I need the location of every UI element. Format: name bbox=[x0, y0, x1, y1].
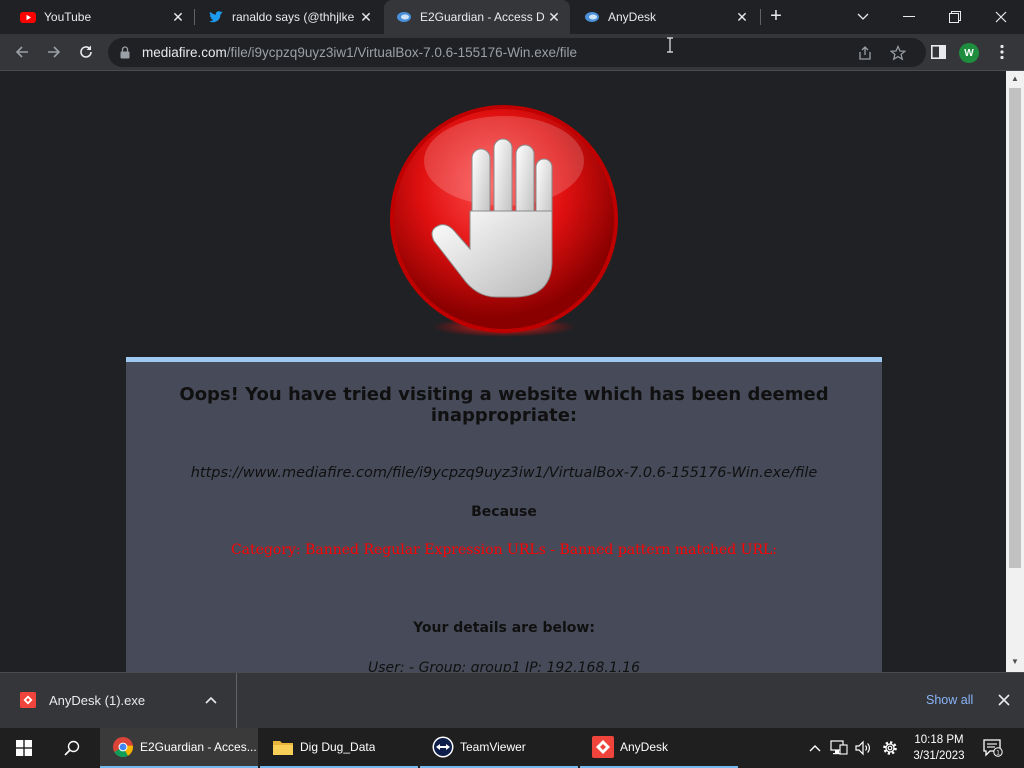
details-heading: Your details are below: bbox=[413, 620, 595, 636]
close-tab-icon[interactable]: ✕ bbox=[734, 9, 750, 25]
block-heading: Oops! You have tried visiting a website … bbox=[179, 384, 829, 426]
chevron-up-icon[interactable] bbox=[205, 693, 217, 707]
taskbar-app-anydesk[interactable]: AnyDesk bbox=[580, 728, 738, 768]
url-text[interactable]: mediafire.com/file/i9ycpzq9uyz3iw1/Virtu… bbox=[142, 45, 577, 60]
restore-button[interactable] bbox=[932, 0, 978, 34]
close-tab-icon[interactable]: ✕ bbox=[546, 9, 562, 25]
block-reason: Category: Banned Regular Expression URLs… bbox=[230, 542, 778, 558]
taskbar-app-label: AnyDesk bbox=[620, 740, 669, 754]
anydesk-file-icon bbox=[20, 692, 36, 708]
forward-arrow-icon bbox=[48, 46, 61, 58]
text-cursor-icon bbox=[667, 37, 673, 53]
anydesk-tab-icon bbox=[397, 12, 411, 22]
taskbar-app-chrome[interactable]: E2Guardian - Acces... bbox=[100, 728, 258, 768]
tab-title: YouTube bbox=[44, 10, 92, 24]
side-panel-button[interactable] bbox=[926, 40, 950, 64]
minimize-button[interactable] bbox=[886, 0, 932, 34]
anydesk-icon bbox=[592, 736, 614, 758]
forward-button[interactable] bbox=[42, 40, 66, 64]
more-vert-icon bbox=[1000, 44, 1004, 60]
tab-title: AnyDesk bbox=[608, 10, 657, 24]
reload-icon bbox=[80, 45, 92, 58]
twitter-icon bbox=[209, 11, 223, 23]
download-file-name: AnyDesk (1).exe bbox=[49, 693, 146, 708]
page-content: Oops! You have tried visiting a website … bbox=[0, 71, 1006, 672]
volume-icon[interactable] bbox=[852, 728, 874, 768]
back-arrow-icon bbox=[15, 46, 28, 58]
taskbar-app-label: E2Guardian - Acces... bbox=[140, 740, 257, 754]
lock-icon[interactable] bbox=[120, 46, 130, 59]
folder-icon bbox=[273, 741, 293, 755]
show-all-downloads-link[interactable]: Show all bbox=[926, 693, 973, 707]
tab-separator bbox=[194, 9, 195, 25]
teamviewer-icon bbox=[432, 736, 454, 758]
action-center-button[interactable]: 1 bbox=[980, 728, 1006, 768]
scroll-up-icon[interactable]: ▲ bbox=[1011, 74, 1019, 83]
new-tab-button[interactable]: + bbox=[766, 6, 786, 27]
tab-e2guardian[interactable]: E2Guardian - Access D ✕ bbox=[384, 0, 570, 34]
profile-avatar[interactable]: W bbox=[959, 43, 979, 63]
because-label: Because bbox=[471, 504, 537, 520]
start-button[interactable] bbox=[0, 728, 48, 768]
network-icon[interactable] bbox=[828, 728, 850, 768]
download-bar: AnyDesk (1).exe Show all bbox=[0, 672, 1024, 729]
close-window-button[interactable] bbox=[978, 0, 1024, 34]
scrollbar-thumb[interactable] bbox=[1009, 88, 1021, 568]
clock-time: 10:18 PM bbox=[914, 734, 964, 746]
close-tab-icon[interactable]: ✕ bbox=[358, 9, 374, 25]
browser-menu-button[interactable] bbox=[990, 40, 1014, 64]
page-scrollbar[interactable]: ▲ ▼ bbox=[1006, 71, 1024, 672]
windows-taskbar: E2Guardian - Acces... Dig Dug_Data TeamV… bbox=[0, 728, 1024, 768]
taskbar-app-explorer[interactable]: Dig Dug_Data bbox=[260, 728, 418, 768]
back-button[interactable] bbox=[10, 40, 34, 64]
tab-search-chevron-icon[interactable] bbox=[840, 0, 886, 34]
search-icon bbox=[64, 740, 80, 756]
notification-count: 1 bbox=[996, 749, 1000, 756]
close-download-bar-icon[interactable] bbox=[998, 690, 1010, 711]
tab-strip: YouTube ✕ ranaldo says (@thhjlke ✕ E2Gua… bbox=[0, 0, 1024, 34]
user-details: User: - Group: group1 IP: 192.168.1.16 bbox=[367, 660, 640, 672]
taskbar-app-label: TeamViewer bbox=[460, 740, 526, 754]
share-icon[interactable] bbox=[856, 44, 874, 62]
bookmark-star-icon[interactable] bbox=[889, 44, 907, 62]
tab-anydesk[interactable]: AnyDesk ✕ bbox=[572, 0, 758, 34]
tab-separator bbox=[760, 9, 761, 25]
show-hidden-icons-chevron-icon[interactable] bbox=[806, 728, 824, 768]
scroll-down-icon[interactable]: ▼ bbox=[1011, 657, 1019, 666]
url-host: mediafire.com bbox=[142, 45, 227, 60]
close-tab-icon[interactable]: ✕ bbox=[170, 9, 186, 25]
taskbar-app-teamviewer[interactable]: TeamViewer bbox=[420, 728, 578, 768]
taskbar-clock[interactable]: 10:18 PM 3/31/2023 bbox=[904, 732, 974, 764]
tab-twitter[interactable]: ranaldo says (@thhjlke ✕ bbox=[196, 0, 382, 34]
url-path: /file/i9ycpzq9uyz3iw1/VirtualBox-7.0.6-1… bbox=[226, 45, 577, 60]
notification-icon: 1 bbox=[983, 739, 1003, 757]
windows-logo-icon bbox=[16, 740, 32, 756]
tab-youtube[interactable]: YouTube ✕ bbox=[8, 0, 194, 34]
tab-title: E2Guardian - Access D bbox=[420, 10, 545, 24]
chrome-icon bbox=[113, 737, 134, 758]
browser-toolbar: mediafire.com/file/i9ycpzq9uyz3iw1/Virtu… bbox=[0, 34, 1024, 71]
side-panel-icon bbox=[930, 45, 946, 59]
blocked-url: https://www.mediafire.com/file/i9ycpzq9u… bbox=[190, 465, 818, 481]
reload-button[interactable] bbox=[74, 40, 98, 64]
youtube-icon bbox=[20, 12, 36, 23]
block-message-card: Oops! You have tried visiting a website … bbox=[126, 357, 882, 672]
download-item[interactable]: AnyDesk (1).exe bbox=[0, 673, 237, 729]
address-bar[interactable]: mediafire.com/file/i9ycpzq9uyz3iw1/Virtu… bbox=[108, 38, 926, 67]
taskbar-app-label: Dig Dug_Data bbox=[300, 740, 376, 754]
anydesk-tab-icon bbox=[585, 12, 599, 22]
clock-date: 3/31/2023 bbox=[913, 750, 965, 762]
stop-hand-icon bbox=[390, 105, 618, 337]
taskbar-search-button[interactable] bbox=[48, 728, 96, 768]
tab-title: ranaldo says (@thhjlke bbox=[232, 10, 355, 24]
settings-gear-icon[interactable] bbox=[878, 728, 902, 768]
